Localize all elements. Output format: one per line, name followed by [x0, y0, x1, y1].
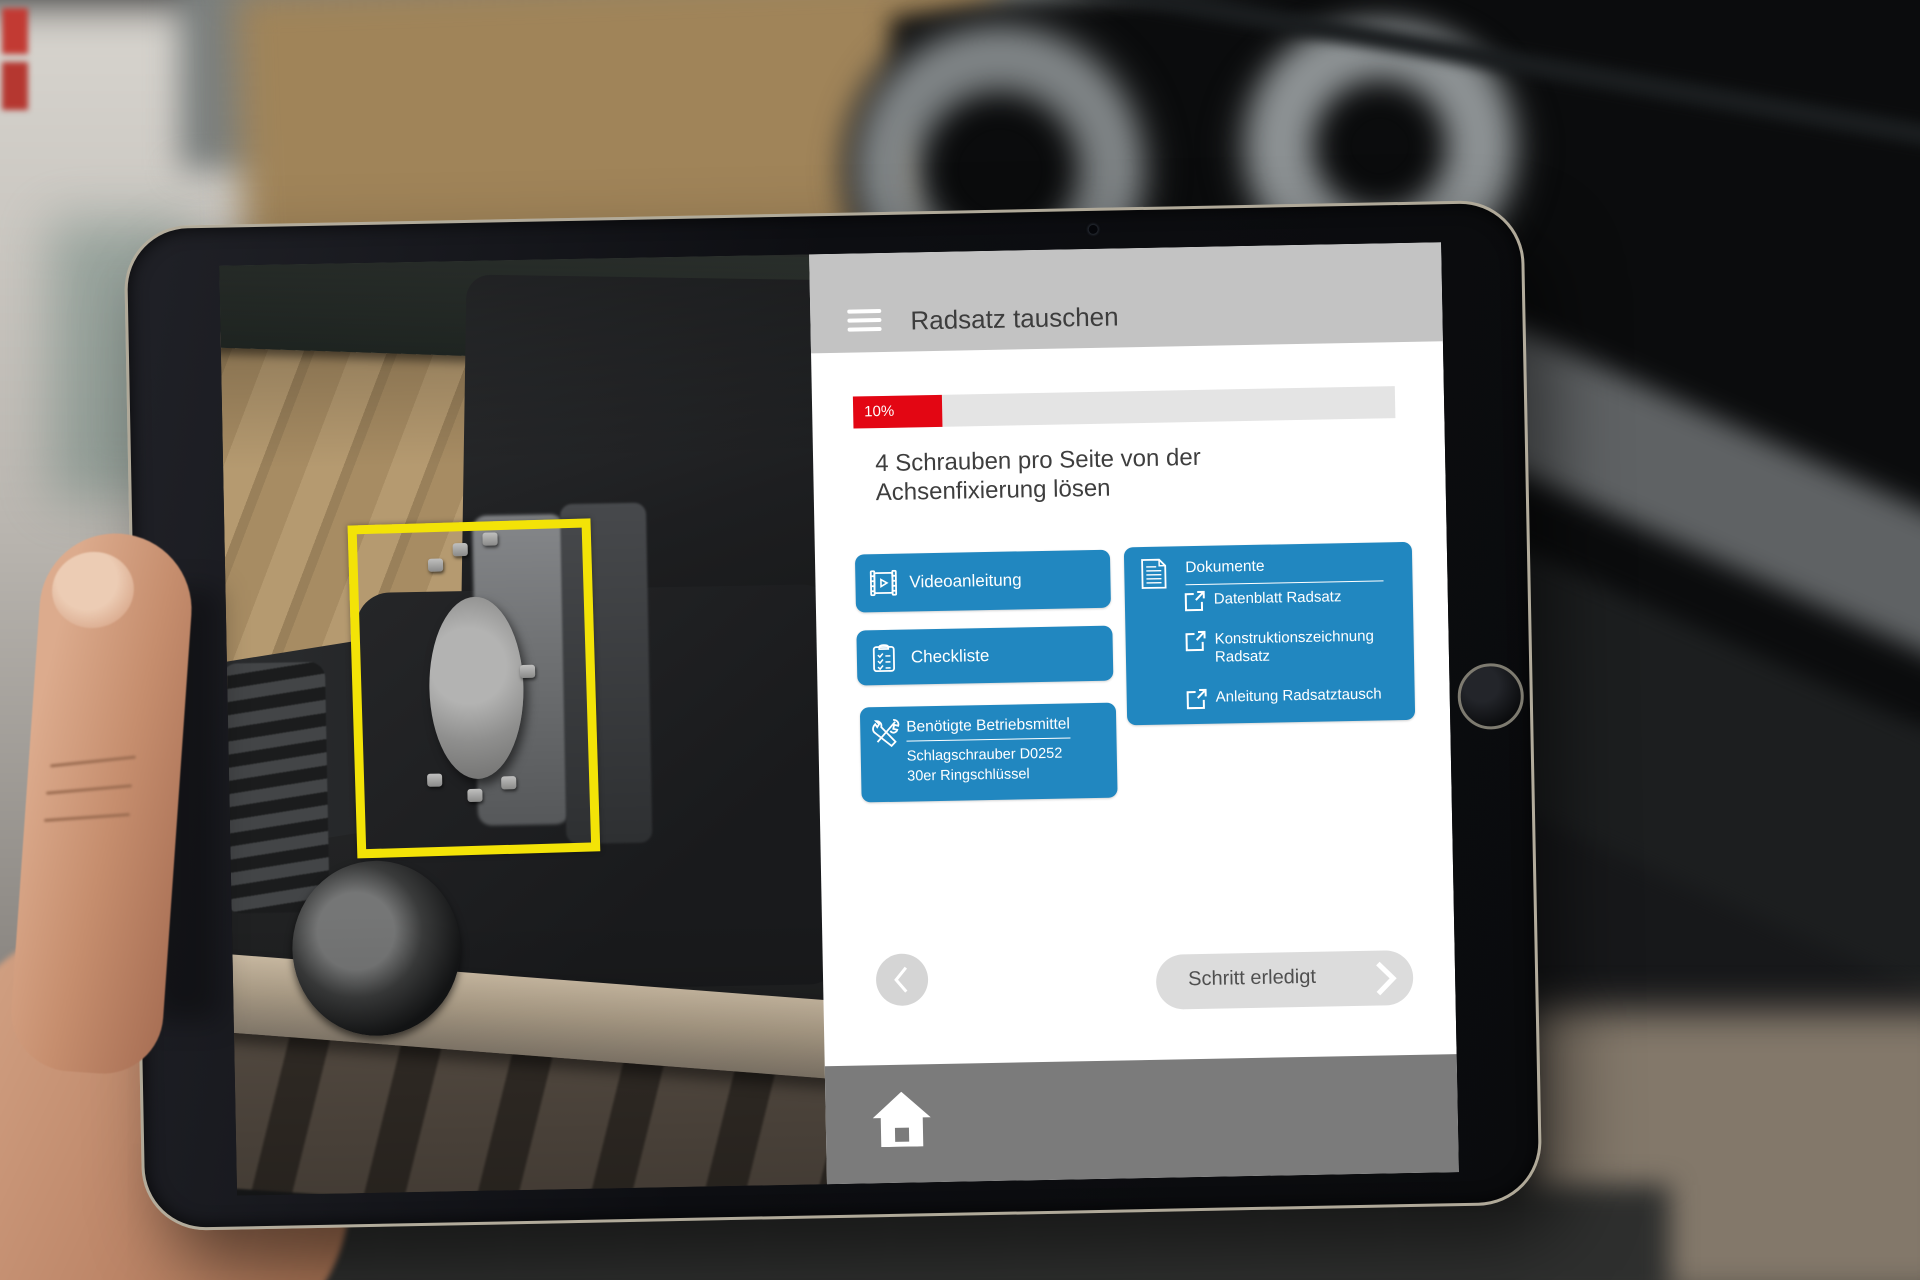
external-link-icon — [1186, 688, 1208, 710]
app-panel: Radsatz tauschen 10% 4 Schrauben pro Sei… — [809, 242, 1459, 1184]
document-link-label: Datenblatt Radsatz — [1214, 587, 1404, 609]
chevron-left-icon — [876, 953, 929, 1006]
required-equipment-title: Benötigte Betriebsmittel — [906, 715, 1070, 741]
tablet-home-button[interactable] — [1457, 663, 1524, 730]
document-link-anleitung[interactable]: Anleitung Radsatztausch — [1186, 684, 1406, 712]
ar-highlight-rectangle — [348, 518, 601, 858]
equipment-item: 30er Ringschlüssel — [907, 766, 1030, 784]
required-equipment-box[interactable]: Benötigte Betriebsmittel Schlagschrauber… — [860, 703, 1118, 803]
tablet: Radsatz tauschen 10% 4 Schrauben pro Sei… — [123, 200, 1542, 1232]
home-icon[interactable] — [872, 1091, 931, 1147]
page-title: Radsatz tauschen — [910, 301, 1119, 336]
external-link-icon — [1184, 590, 1206, 612]
scene: Radsatz tauschen 10% 4 Schrauben pro Sei… — [0, 0, 1920, 1280]
documents-title: Dokumente — [1185, 555, 1383, 585]
progress-fill: 10% — [853, 395, 943, 429]
document-link-label: Anleitung Radsatztausch — [1216, 685, 1406, 707]
video-tutorial-label: Videoanleitung — [909, 570, 1022, 592]
tools-icon — [869, 718, 902, 751]
front-camera-dot — [1089, 225, 1098, 234]
hamburger-icon[interactable] — [847, 309, 881, 333]
background-red-sign — [2, 62, 28, 110]
checklist-button[interactable]: Checkliste — [856, 626, 1113, 686]
step-done-label: Schritt erledigt — [1188, 966, 1316, 991]
back-button[interactable] — [876, 953, 929, 1006]
app-header: Radsatz tauschen — [809, 242, 1443, 353]
film-icon — [869, 570, 897, 597]
chevron-right-icon — [1374, 960, 1399, 996]
progress-bar: 10% — [853, 386, 1396, 428]
step-instruction: 4 Schrauben pro Seite von der Achsenfixi… — [875, 443, 1221, 508]
document-link-datenblatt[interactable]: Datenblatt Radsatz — [1184, 586, 1404, 614]
clipboard-icon — [871, 642, 898, 672]
checklist-label: Checkliste — [911, 645, 990, 667]
background-red-sign — [2, 8, 28, 54]
video-tutorial-button[interactable]: Videoanleitung — [855, 550, 1111, 613]
camera-view — [219, 254, 829, 1195]
document-link-label: Konstruktionszeichnung Radsatz — [1214, 627, 1405, 667]
equipment-item: Schlagschrauber D0252 — [907, 746, 1063, 765]
documents-box: Dokumente Datenblatt Radsatz — [1124, 542, 1415, 725]
tablet-screen: Radsatz tauschen 10% 4 Schrauben pro Sei… — [219, 242, 1459, 1195]
app-footer — [825, 1054, 1459, 1184]
document-icon — [1140, 558, 1168, 591]
document-link-konstruktionszeichnung[interactable]: Konstruktionszeichnung Radsatz — [1184, 626, 1405, 672]
external-link-icon — [1184, 630, 1206, 652]
step-done-button[interactable]: Schritt erledigt — [1156, 950, 1414, 1010]
